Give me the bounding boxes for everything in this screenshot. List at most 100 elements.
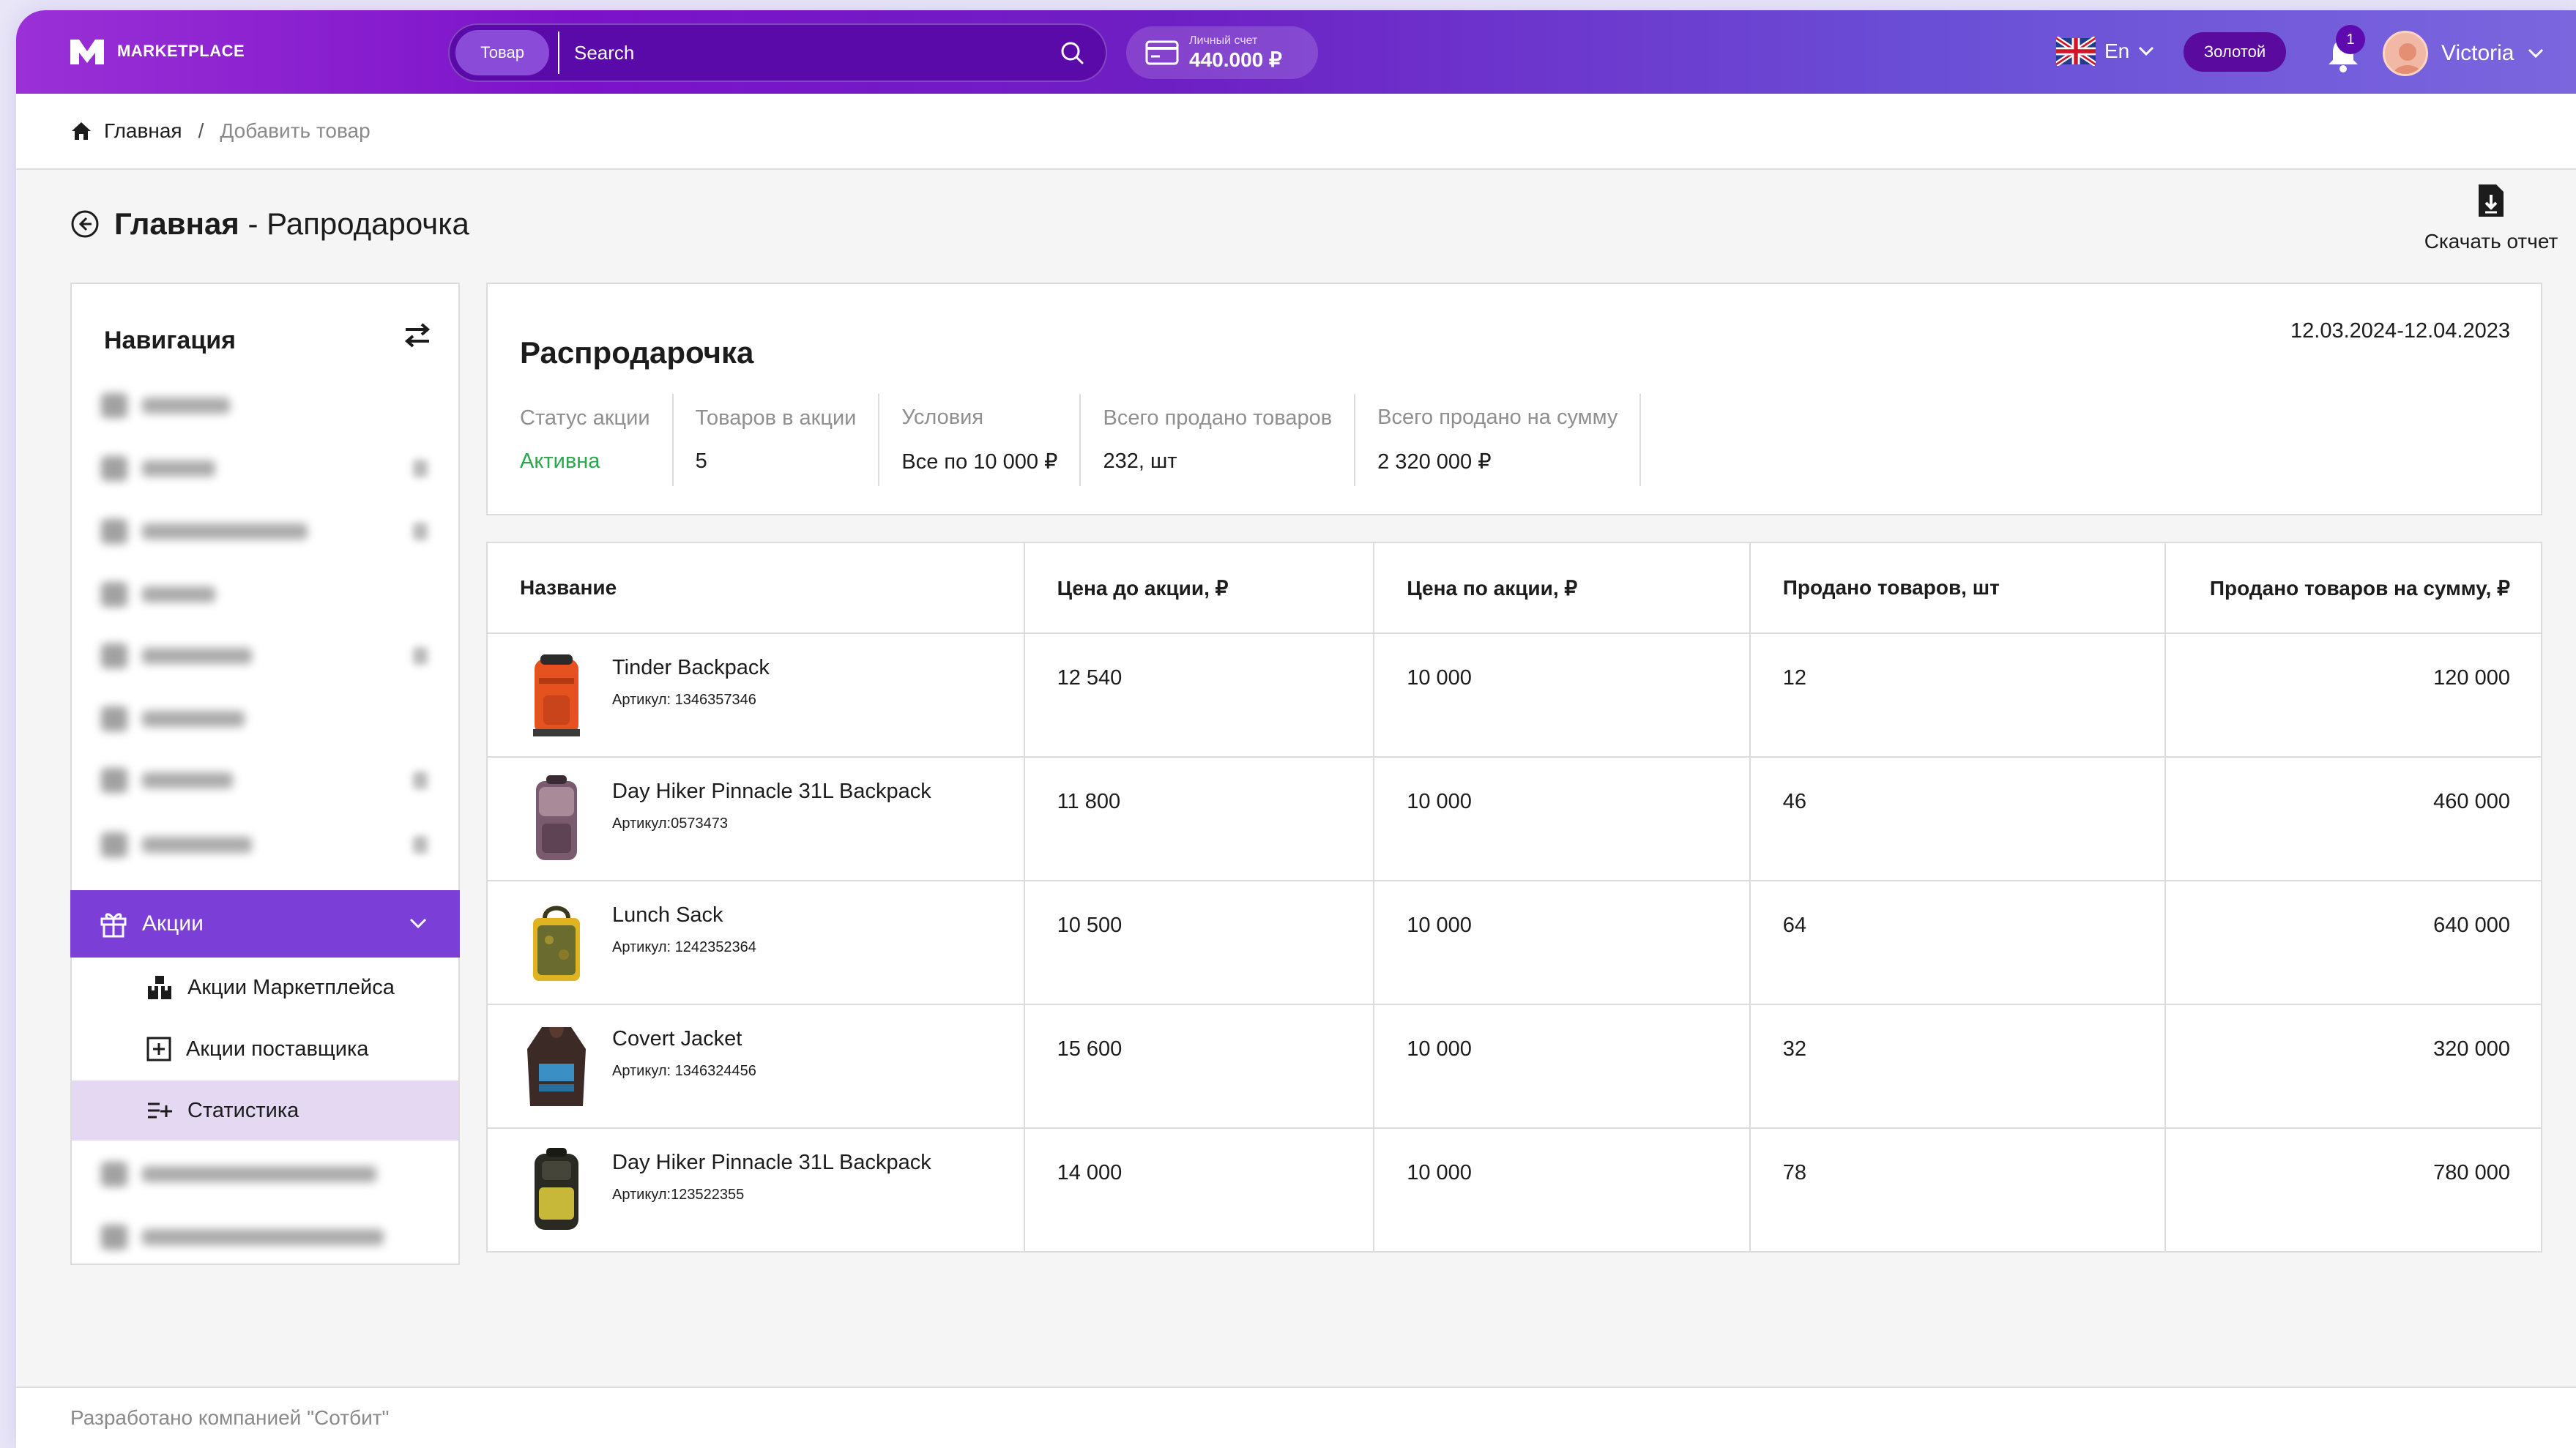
account-balance[interactable]: Личный счет 440.000 ₽	[1126, 26, 1318, 79]
sold-sum-cell: 120 000	[2164, 632, 2542, 758]
gift-icon	[100, 913, 127, 938]
sidebar-item-blurred[interactable]	[101, 830, 252, 859]
download-report-button[interactable]: Скачать отчет	[2394, 183, 2576, 253]
table-row[interactable]: Lunch Sack Артикул: 1242352364 10 500 10…	[486, 880, 2542, 1005]
promo-title: Распродарочка	[520, 335, 754, 370]
uk-flag-icon	[2056, 37, 2096, 66]
sidebar-item-blurred[interactable]	[101, 454, 215, 483]
blurred-text	[142, 772, 233, 788]
account-label: Личный счет	[1189, 34, 1258, 47]
blurred-text	[142, 648, 252, 664]
sidebar-item-promotions[interactable]: Акции	[70, 890, 460, 958]
boxes-icon	[148, 976, 171, 999]
logo[interactable]: MARKETPLACE	[67, 35, 245, 67]
product-sku: Артикул: 1346357346	[612, 692, 756, 708]
product-text: Day Hiker Pinnacle 31L Backpack Артикул:…	[612, 1143, 931, 1203]
search-icon[interactable]	[1057, 38, 1087, 67]
column-header[interactable]: Название	[486, 542, 1025, 634]
stat-total-sum: Всего продано на сумму 2 320 000 ₽	[1355, 394, 1642, 486]
price-before-cell: 15 600	[1023, 1004, 1375, 1129]
stat-value: 232, шт	[1103, 449, 1177, 473]
product-cell: Tinder Backpack Артикул: 1346357346	[486, 632, 1025, 758]
product-name[interactable]: Lunch Sack	[612, 903, 756, 928]
page-title-bold: Главная	[114, 206, 239, 241]
footer-credit: Разработано компанией "Сотбит"	[70, 1406, 390, 1429]
sidebar: Навигация Акции Акции Маркетплейса Акции…	[70, 283, 460, 1265]
price-promo-cell: 10 000	[1373, 1004, 1751, 1129]
table-row[interactable]: Day Hiker Pinnacle 31L Backpack Артикул:…	[486, 756, 2542, 881]
product-name[interactable]: Tinder Backpack	[612, 656, 770, 680]
table-row[interactable]: Day Hiker Pinnacle 31L Backpack Артикул:…	[486, 1127, 2542, 1253]
search-bar: Товар	[448, 23, 1107, 82]
blurred-icon	[101, 519, 127, 544]
user-menu[interactable]: Victoria	[2383, 31, 2544, 76]
breadcrumb-home[interactable]: Главная	[104, 119, 182, 143]
sidebar-subitem-statistics[interactable]: Статистика	[72, 1081, 458, 1141]
table-row[interactable]: Tinder Backpack Артикул: 1346357346 12 5…	[486, 632, 2542, 758]
column-header[interactable]: Продано товаров, шт	[1749, 542, 2167, 634]
plus-square-icon	[146, 1037, 171, 1061]
blurred-text	[142, 1229, 384, 1245]
sidebar-item-blurred[interactable]	[101, 517, 308, 546]
stat-label: Условия	[901, 406, 984, 429]
blurred-icon	[101, 643, 127, 668]
sidebar-subitem-label: Акции поставщика	[186, 1037, 369, 1061]
sidebar-heading: Навигация	[104, 326, 236, 354]
sidebar-item-blurred[interactable]	[101, 391, 230, 420]
stat-label: Товаров в акции	[695, 406, 857, 430]
breadcrumb-current: Добавить товар	[220, 119, 371, 142]
sidebar-item-blurred[interactable]	[101, 580, 215, 609]
list-plus-icon	[148, 1102, 172, 1119]
language-selector[interactable]: En	[2056, 37, 2154, 66]
column-header[interactable]: Продано товаров на сумму, ₽	[2164, 542, 2542, 634]
sidebar-item-label: Акции	[142, 911, 204, 936]
blurred-icon	[101, 456, 127, 481]
sidebar-item-blurred[interactable]	[101, 1160, 376, 1189]
product-cell: Day Hiker Pinnacle 31L Backpack Артикул:…	[486, 1127, 1025, 1253]
price-before-cell: 11 800	[1023, 756, 1375, 881]
sidebar-item-blurred[interactable]	[101, 641, 252, 671]
product-name[interactable]: Day Hiker Pinnacle 31L Backpack	[612, 1151, 931, 1175]
product-text: Lunch Sack Артикул: 1242352364	[612, 896, 756, 956]
sidebar-subitem-label: Акции Маркетплейса	[187, 975, 395, 999]
blurred-icon	[101, 582, 127, 607]
sold-count-cell: 12	[1749, 632, 2167, 758]
price-promo-cell: 10 000	[1373, 1127, 1751, 1253]
blurred-text	[142, 460, 215, 477]
table-row[interactable]: Covert Jacket Артикул: 1346324456 15 600…	[486, 1004, 2542, 1129]
product-text: Covert Jacket Артикул: 1346324456	[612, 1020, 756, 1080]
sold-sum-cell: 640 000	[2164, 880, 2542, 1005]
notification-count: 1	[2336, 25, 2365, 54]
swap-icon[interactable]	[403, 322, 432, 348]
sidebar-subitem-supplier-promos[interactable]: Акции поставщика	[72, 1019, 458, 1079]
home-icon[interactable]	[70, 121, 92, 141]
product-info: Covert Jacket Артикул: 1346324456	[520, 1020, 1024, 1113]
sold-sum-cell: 460 000	[2164, 756, 2542, 881]
page-title: Главная - Рапродарочка	[114, 206, 469, 242]
product-name[interactable]: Day Hiker Pinnacle 31L Backpack	[612, 780, 931, 804]
stat-status: Статус акции Активна	[520, 394, 674, 486]
logo-icon	[70, 40, 104, 64]
search-category-chip[interactable]: Товар	[455, 30, 549, 75]
product-image	[535, 1148, 578, 1230]
sidebar-subitem-marketplace-promos[interactable]: Акции Маркетплейса	[72, 958, 458, 1018]
blurred-text	[142, 586, 215, 602]
status-badge[interactable]: Золотой	[2184, 32, 2286, 72]
search-input[interactable]	[574, 41, 1057, 64]
product-info: Tinder Backpack Артикул: 1346357346	[520, 649, 1024, 742]
sidebar-item-blurred[interactable]	[101, 1223, 384, 1252]
blurred-text	[142, 711, 245, 727]
blurred-icon	[101, 706, 127, 731]
column-header[interactable]: Цена по акции, ₽	[1373, 542, 1751, 634]
chevron-down-icon	[409, 918, 427, 929]
column-header[interactable]: Цена до акции, ₽	[1023, 542, 1375, 634]
stat-label: Всего продано товаров	[1103, 406, 1333, 430]
back-arrow-icon[interactable]	[70, 209, 100, 239]
blurred-count	[413, 647, 428, 665]
sidebar-item-blurred[interactable]	[101, 704, 245, 734]
sidebar-item-blurred[interactable]	[101, 766, 233, 795]
blurred-icon	[101, 832, 127, 857]
product-name[interactable]: Covert Jacket	[612, 1027, 756, 1051]
account-text: Личный счет 440.000 ₽	[1189, 34, 1282, 72]
price-promo-cell: 10 000	[1373, 756, 1751, 881]
